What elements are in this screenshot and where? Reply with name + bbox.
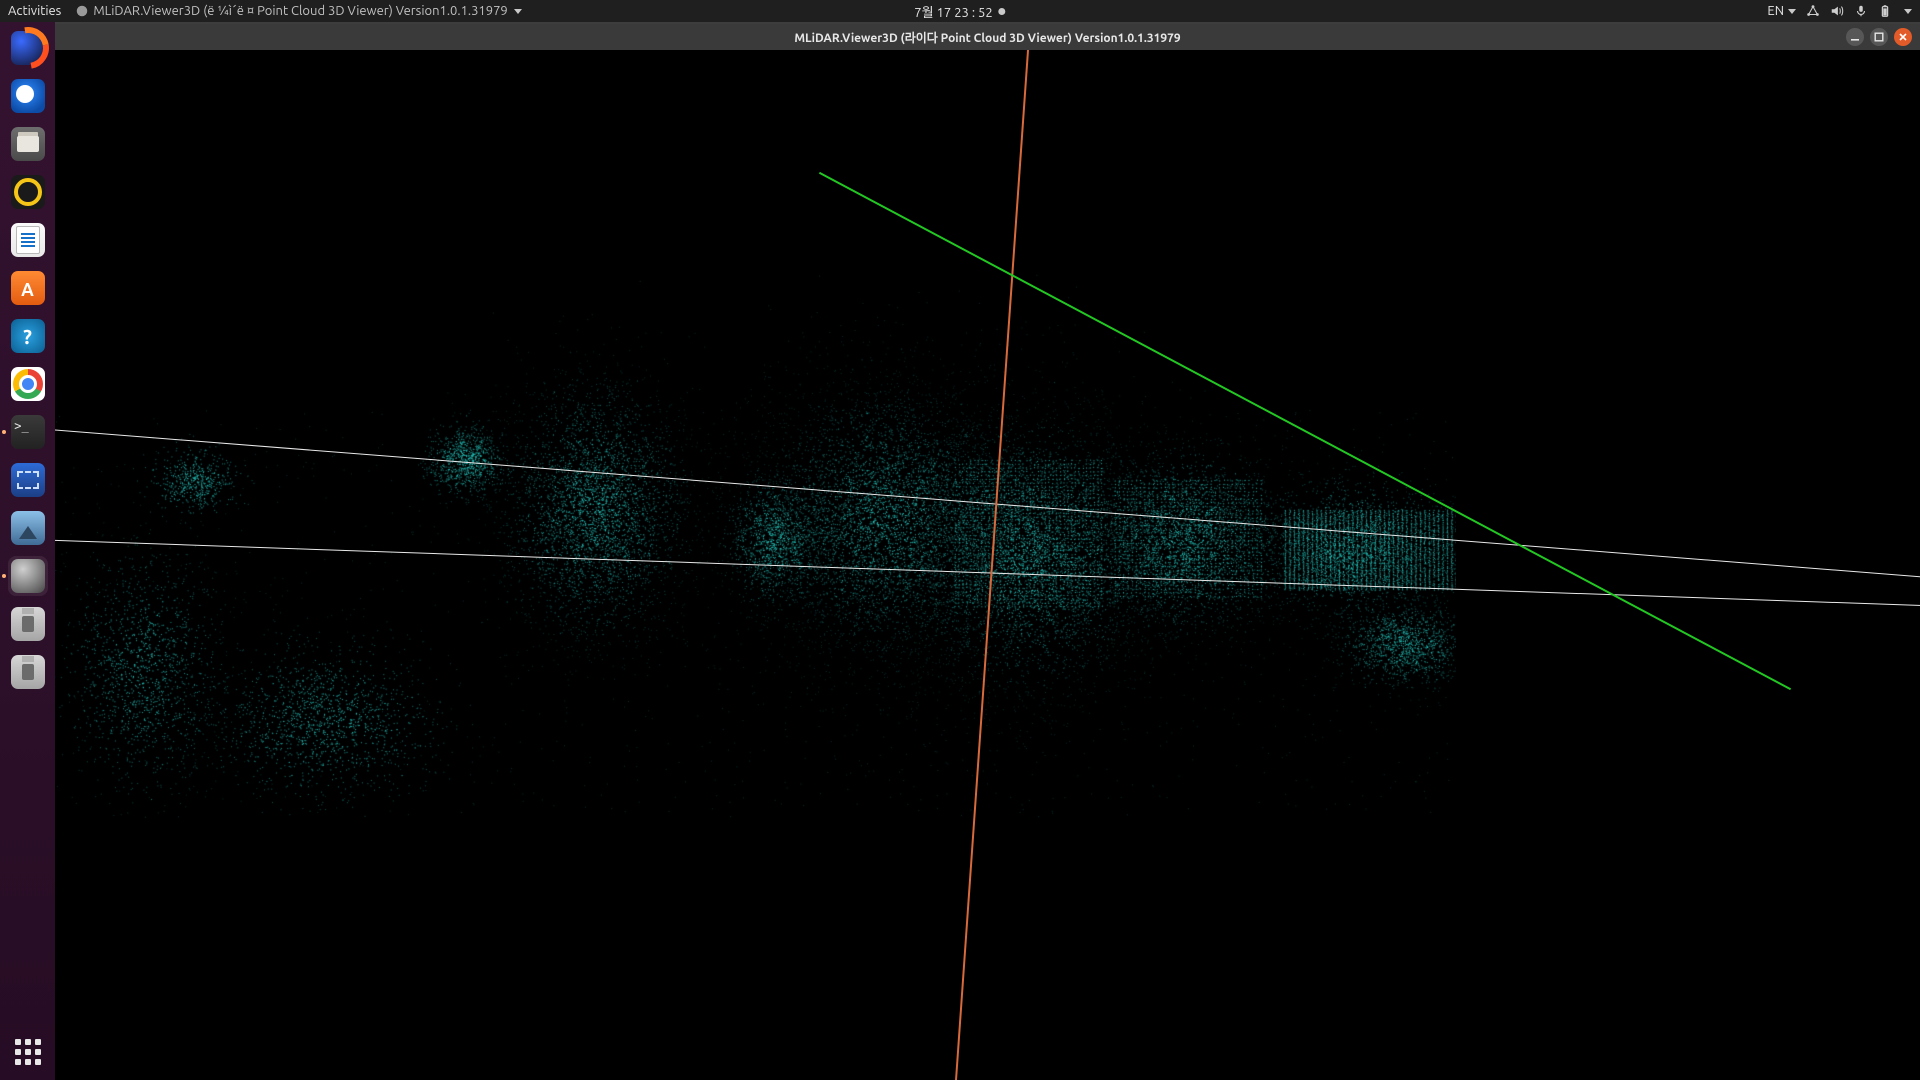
- clock-area[interactable]: 7월 17 23 : 52: [914, 2, 1005, 21]
- ubuntu-dock: [0, 22, 55, 1080]
- usb-drive-icon[interactable]: [8, 604, 48, 644]
- volume-icon[interactable]: [1830, 4, 1844, 18]
- window-maximize-button[interactable]: [1870, 28, 1888, 46]
- terminal-icon[interactable]: [8, 412, 48, 452]
- chevron-down-icon: [1788, 9, 1796, 14]
- libreoffice-writer-icon[interactable]: [8, 220, 48, 260]
- usb-drive-icon-2[interactable]: [8, 652, 48, 692]
- help-icon[interactable]: [8, 316, 48, 356]
- input-language-menu[interactable]: EN: [1767, 4, 1796, 18]
- show-applications-button[interactable]: [8, 1032, 48, 1072]
- gnome-top-bar: Activities MLiDAR.Viewer3D (ë ¼ì´ë ¤ Poi…: [0, 0, 1920, 22]
- pointcloud-canvas[interactable]: [55, 50, 1456, 818]
- microphone-icon[interactable]: [1854, 4, 1868, 18]
- mlidar-window: MLiDAR.Viewer3D (라이다 Point Cloud 3D View…: [55, 22, 1920, 1080]
- active-app-menu[interactable]: MLiDAR.Viewer3D (ë ¼ì´ë ¤ Point Cloud 3D…: [75, 4, 521, 18]
- clock-text: 7월 17 23 : 52: [914, 2, 992, 21]
- active-app-title: MLiDAR.Viewer3D (ë ¼ì´ë ¤ Point Cloud 3D…: [93, 4, 507, 18]
- battery-icon[interactable]: [1878, 4, 1892, 18]
- thunderbird-icon[interactable]: [8, 76, 48, 116]
- chevron-down-icon: [514, 9, 522, 14]
- files-icon[interactable]: [8, 124, 48, 164]
- window-close-button[interactable]: [1894, 28, 1912, 46]
- input-language-label: EN: [1767, 4, 1784, 18]
- chrome-icon[interactable]: [8, 364, 48, 404]
- pointcloud-viewport[interactable]: [55, 50, 1920, 1080]
- app-indicator-icon: [75, 4, 89, 18]
- firefox-icon[interactable]: [8, 28, 48, 68]
- image-viewer-icon[interactable]: [8, 508, 48, 548]
- mlidar-viewer-icon[interactable]: [8, 556, 48, 596]
- software-center-icon[interactable]: [8, 268, 48, 308]
- window-titlebar[interactable]: MLiDAR.Viewer3D (라이다 Point Cloud 3D View…: [55, 24, 1920, 50]
- notification-dot-icon: [999, 8, 1006, 15]
- activities-button[interactable]: Activities: [8, 4, 61, 18]
- window-title: MLiDAR.Viewer3D (라이다 Point Cloud 3D View…: [794, 29, 1180, 46]
- window-minimize-button[interactable]: [1846, 28, 1864, 46]
- network-icon[interactable]: [1806, 4, 1820, 18]
- system-menu-chevron-icon[interactable]: [1904, 9, 1912, 14]
- screenshot-icon[interactable]: [8, 460, 48, 500]
- rhythmbox-icon[interactable]: [8, 172, 48, 212]
